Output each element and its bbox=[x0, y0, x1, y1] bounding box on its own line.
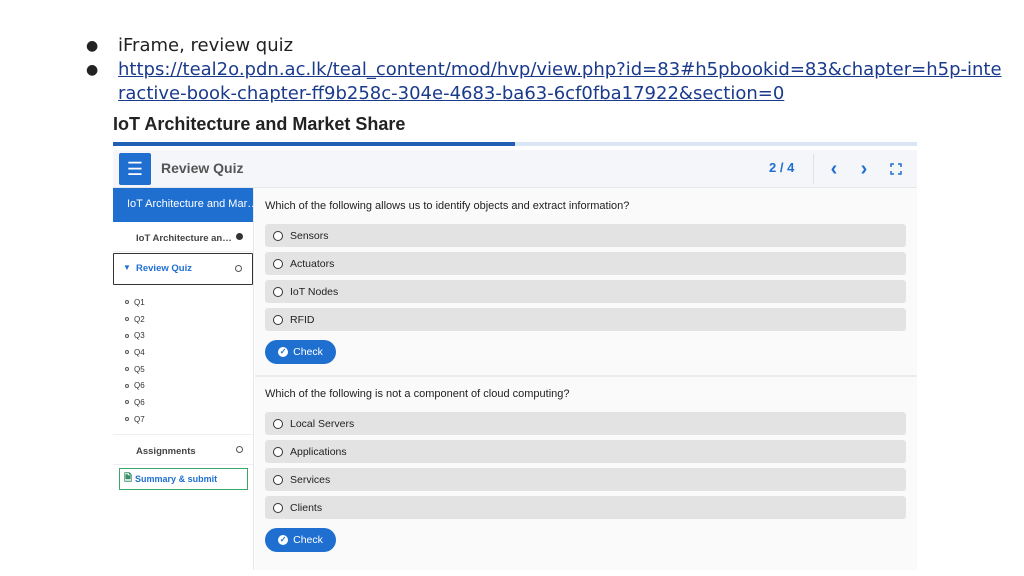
answer-label: Sensors bbox=[290, 229, 329, 242]
bullet-circle-icon bbox=[125, 300, 129, 305]
answer-label: IoT Nodes bbox=[290, 285, 339, 298]
caret-down-icon: ▼ bbox=[123, 263, 131, 272]
nav-divider bbox=[813, 154, 814, 184]
check-circle-icon: ✓ bbox=[278, 535, 289, 545]
book-progress-bar bbox=[113, 142, 917, 146]
question-label: Q7 bbox=[134, 414, 145, 424]
bullet-circle-icon bbox=[125, 317, 129, 322]
check-button[interactable]: ✓ Check bbox=[265, 340, 336, 364]
answer-option[interactable]: Actuators bbox=[265, 252, 906, 275]
book-progress-fill bbox=[113, 142, 515, 146]
bullet-circle-icon bbox=[125, 367, 129, 372]
sidebar-section-item[interactable]: IoT Architecture an… bbox=[113, 222, 253, 252]
slide-bullets: ● iFrame, review quiz ● https://teal2o.p… bbox=[84, 34, 1004, 106]
answer-option[interactable]: Applications bbox=[265, 440, 906, 463]
page-title: IoT Architecture and Market Share bbox=[113, 114, 406, 134]
question-text: Which of the following allows us to iden… bbox=[265, 200, 630, 212]
answer-option[interactable]: Services bbox=[265, 468, 906, 491]
question-label: Q2 bbox=[134, 314, 145, 324]
bullet-item: ● iFrame, review quiz bbox=[84, 34, 1004, 58]
question-link[interactable]: Q3 bbox=[125, 327, 253, 344]
question-list: Q1 Q2 Q3 Q4 Q5 Q6 Q6 Q7 bbox=[113, 286, 253, 435]
question-link[interactable]: Q6 bbox=[125, 377, 253, 394]
incomplete-dot-icon bbox=[236, 445, 243, 453]
quiz-url-link[interactable]: https://teal2o.pdn.ac.lk/teal_content/mo… bbox=[118, 58, 1004, 106]
bullet-circle-icon bbox=[125, 417, 129, 422]
question-link[interactable]: Q5 bbox=[125, 361, 253, 378]
question-link[interactable]: Q2 bbox=[125, 311, 253, 328]
incomplete-dot-icon bbox=[235, 265, 242, 272]
bullet-dot: ● bbox=[86, 38, 99, 54]
answer-option[interactable]: Clients bbox=[265, 496, 906, 519]
radio-button[interactable] bbox=[273, 446, 283, 457]
question-label: Q4 bbox=[134, 347, 145, 357]
answer-label: RFID bbox=[290, 313, 315, 326]
bullet-item: ● https://teal2o.pdn.ac.lk/teal_content/… bbox=[84, 58, 1004, 106]
radio-button[interactable] bbox=[273, 502, 283, 513]
answer-label: Actuators bbox=[290, 257, 335, 270]
question-label: Q3 bbox=[134, 331, 145, 341]
summary-submit-label: Summary & submit bbox=[135, 474, 218, 484]
sidebar-section-review-quiz[interactable]: ▼ Review Quiz bbox=[113, 253, 253, 285]
answer-option[interactable]: Local Servers bbox=[265, 412, 906, 435]
chevron-right-icon[interactable]: › bbox=[851, 156, 877, 182]
book-sidebar: IoT Architecture and Mar… IoT Architectu… bbox=[113, 188, 254, 570]
sidebar-section-assignments[interactable]: Assignments bbox=[113, 435, 253, 465]
radio-button[interactable] bbox=[273, 258, 283, 269]
answer-option[interactable]: Sensors bbox=[265, 224, 906, 247]
check-label: Check bbox=[293, 534, 323, 546]
radio-button[interactable] bbox=[273, 314, 283, 325]
question-label: Q6 bbox=[134, 381, 145, 391]
radio-button[interactable] bbox=[273, 286, 283, 297]
question-text: Which of the following is not a componen… bbox=[265, 388, 570, 400]
answer-option[interactable]: IoT Nodes bbox=[265, 280, 906, 303]
answer-label: Local Servers bbox=[290, 417, 355, 430]
chevron-left-icon[interactable]: ‹ bbox=[821, 156, 847, 182]
question-divider bbox=[255, 375, 917, 377]
sidebar-section-label: Assignments bbox=[136, 445, 196, 457]
radio-button[interactable] bbox=[273, 474, 283, 485]
page-counter: 2 / 4 bbox=[769, 160, 795, 175]
question-label: Q1 bbox=[134, 297, 145, 307]
bullet-circle-icon bbox=[125, 400, 129, 405]
bullet-circle-icon bbox=[125, 350, 129, 355]
quiz-content: Which of the following allows us to iden… bbox=[255, 188, 917, 570]
interactive-book: IoT Architecture and Market Share ☰ Revi… bbox=[113, 108, 917, 570]
answer-label: Services bbox=[290, 473, 331, 486]
check-circle-icon: ✓ bbox=[278, 347, 289, 357]
question-label: Q5 bbox=[134, 364, 145, 374]
question-link[interactable]: Q1 bbox=[125, 294, 253, 311]
summary-submit-button[interactable]: 🗎 Summary & submit bbox=[119, 468, 248, 490]
bullet-circle-icon bbox=[125, 383, 129, 388]
question-link[interactable]: Q4 bbox=[125, 344, 253, 361]
sidebar-section-label: IoT Architecture an… bbox=[136, 233, 232, 244]
book-header: ☰ Review Quiz 2 / 4 ‹ › bbox=[113, 150, 917, 188]
document-icon: 🗎 bbox=[124, 472, 133, 484]
header-title: Review Quiz bbox=[161, 160, 244, 176]
bullet-dot: ● bbox=[86, 62, 99, 78]
answer-label: Applications bbox=[290, 445, 347, 458]
answer-label: Clients bbox=[290, 501, 323, 514]
question-label: Q6 bbox=[134, 397, 145, 407]
check-button[interactable]: ✓ Check bbox=[265, 528, 336, 552]
bullet-circle-icon bbox=[125, 333, 129, 338]
sidebar-section-label: Review Quiz bbox=[136, 263, 192, 274]
question-link[interactable]: Q6 bbox=[125, 394, 253, 411]
answer-option[interactable]: RFID bbox=[265, 308, 906, 331]
question-link[interactable]: Q7 bbox=[125, 411, 253, 428]
bullet-text: iFrame, review quiz bbox=[118, 35, 294, 56]
fullscreen-icon[interactable] bbox=[883, 156, 909, 182]
radio-button[interactable] bbox=[273, 418, 283, 429]
radio-button[interactable] bbox=[273, 230, 283, 241]
hamburger-menu-icon[interactable]: ☰ bbox=[119, 153, 151, 185]
check-label: Check bbox=[293, 346, 323, 358]
sidebar-chapter[interactable]: IoT Architecture and Mar… bbox=[113, 188, 253, 222]
completed-dot-icon bbox=[236, 233, 243, 240]
